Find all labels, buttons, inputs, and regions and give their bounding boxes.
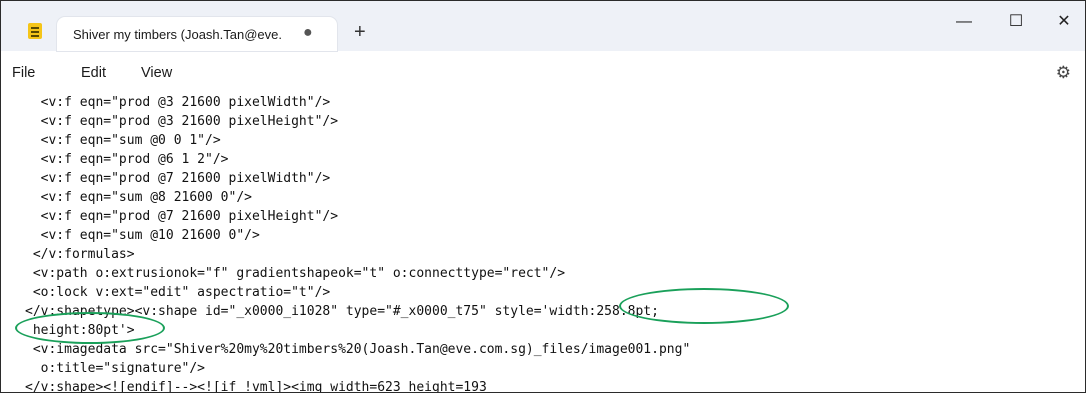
width-highlight-circle bbox=[619, 288, 789, 324]
menu-edit[interactable]: Edit bbox=[81, 65, 106, 81]
code-line: <v:f eqn="prod @7 21600 pixelHeight"/> bbox=[25, 209, 339, 224]
document-tab[interactable]: Shiver my timbers (Joash.Tan@eve. ● bbox=[57, 17, 337, 51]
new-tab-button[interactable]: + bbox=[354, 22, 366, 42]
height-highlight-circle bbox=[15, 312, 165, 344]
menu-bar: File Edit View ⚙ bbox=[1, 53, 1085, 93]
code-line: o:title="signature"/> bbox=[25, 361, 206, 376]
minimize-button[interactable]: — bbox=[941, 11, 987, 33]
code-line: <v:f eqn="prod @3 21600 pixelHeight"/> bbox=[25, 114, 339, 129]
unsaved-dot-icon[interactable]: ● bbox=[303, 24, 313, 42]
maximize-button[interactable]: ☐ bbox=[993, 11, 1039, 33]
notepad-icon bbox=[28, 23, 42, 39]
tab-title: Shiver my timbers (Joash.Tan@eve. bbox=[73, 27, 282, 42]
settings-gear-icon[interactable]: ⚙ bbox=[1056, 63, 1071, 83]
menu-view[interactable]: View bbox=[141, 65, 172, 81]
code-line: </v:formulas> bbox=[25, 247, 135, 262]
code-line: </v:shape><![endif]--><![if !vml]><img w… bbox=[25, 380, 487, 392]
code-line: <v:path o:extrusionok="f" gradientshapeo… bbox=[25, 266, 566, 281]
code-line: <v:f eqn="sum @8 21600 0"/> bbox=[25, 190, 252, 205]
code-line: <v:f eqn="prod @6 1 2"/> bbox=[25, 152, 229, 167]
close-button[interactable]: ✕ bbox=[1041, 11, 1086, 33]
title-bar: Shiver my timbers (Joash.Tan@eve. ● + — … bbox=[1, 1, 1085, 51]
code-line: <v:f eqn="prod @7 21600 pixelWidth"/> bbox=[25, 171, 331, 186]
text-editor[interactable]: <v:f eqn="prod @3 21600 pixelWidth"/> <v… bbox=[1, 93, 1085, 392]
code-line: <v:f eqn="sum @10 21600 0"/> bbox=[25, 228, 260, 243]
code-line: <o:lock v:ext="edit" aspectratio="t"/> bbox=[25, 285, 331, 300]
code-line: <v:imagedata src="Shiver%20my%20timbers%… bbox=[25, 342, 691, 357]
menu-file[interactable]: File bbox=[12, 65, 35, 81]
code-line: <v:f eqn="sum @0 0 1"/> bbox=[25, 133, 221, 148]
code-line: <v:f eqn="prod @3 21600 pixelWidth"/> bbox=[25, 95, 331, 110]
